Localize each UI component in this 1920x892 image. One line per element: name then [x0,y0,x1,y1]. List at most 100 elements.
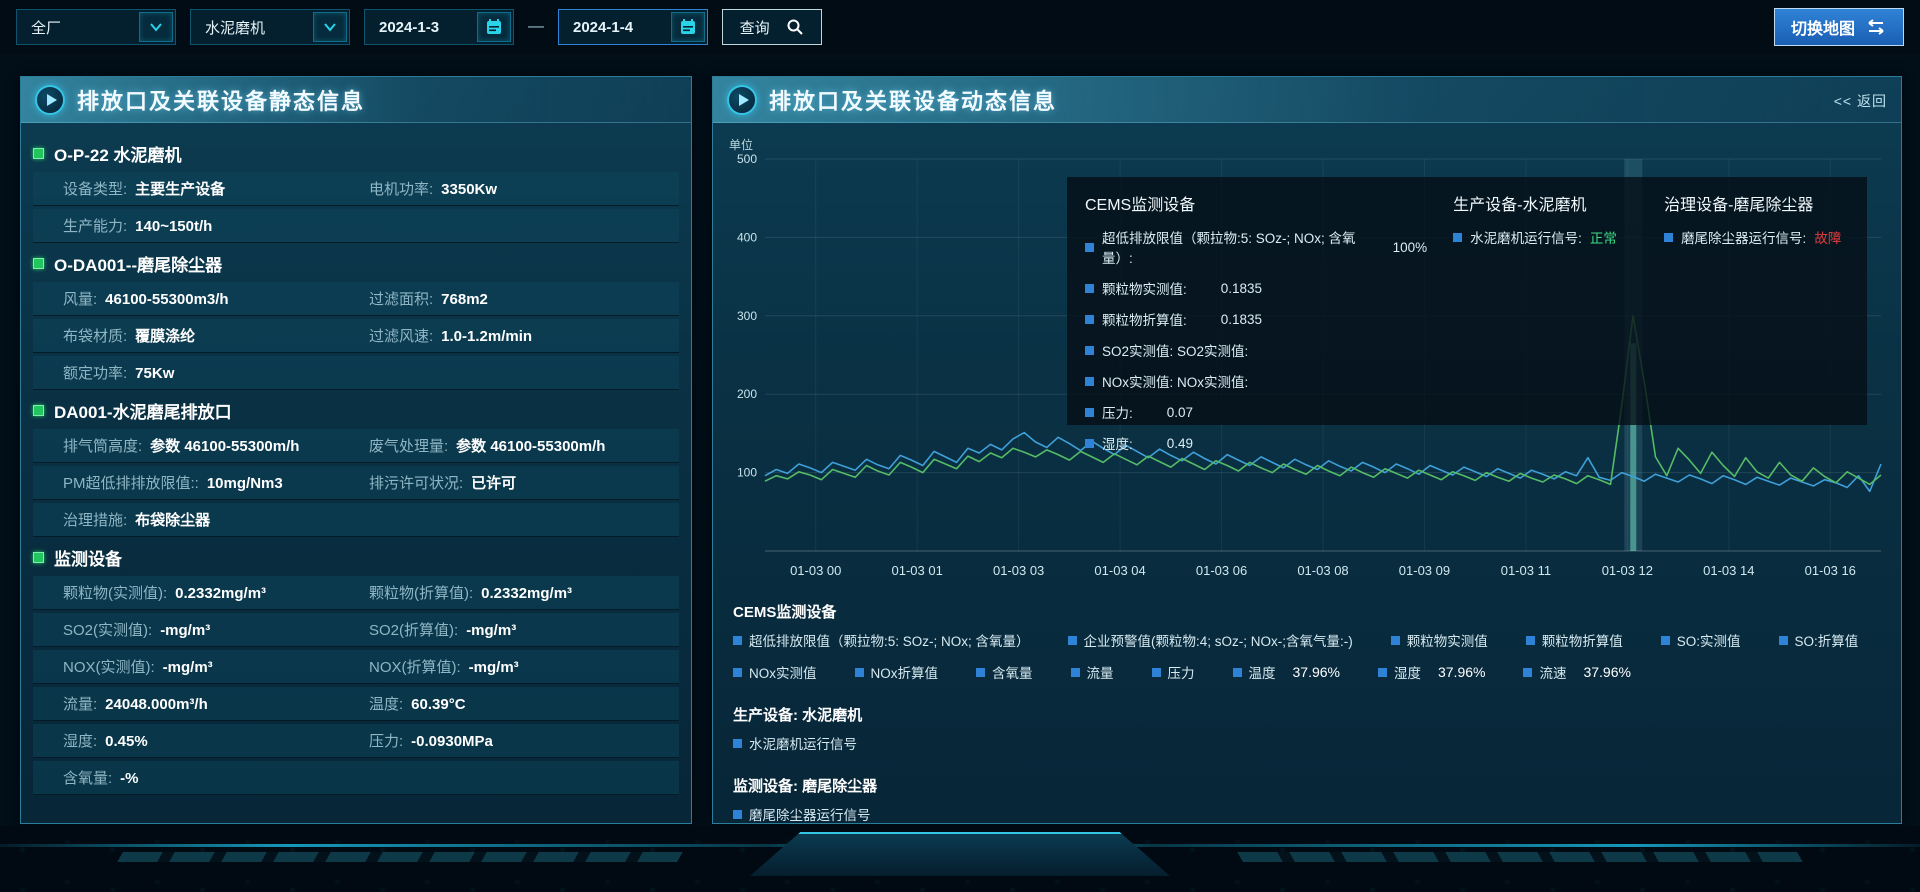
back-button[interactable]: << 返回 [1834,91,1887,111]
legend-item[interactable]: NOx折算值 [855,662,939,682]
tooltip-item-value: 100% [1393,240,1428,255]
legend-marker-icon [1661,636,1670,645]
legend-item[interactable]: 流速37.96% [1523,662,1630,682]
section-header: DA001-水泥磨尾排放口 [33,394,679,426]
query-button[interactable]: 查询 [722,9,822,45]
tooltip-item-value: 0.1835 [1221,281,1262,296]
info-cell: 颗粒物(折算值):0.2332mg/m³ [369,582,675,603]
field-label: 设备类型: [63,178,127,199]
info-cell: SO2(折算值): -mg/m³ [369,619,675,640]
legend-items: 水泥磨机运行信号 [733,733,1883,753]
legend-marker-icon [733,739,742,748]
tooltip-item: 颗粒物实测值: 0.1835 [1085,278,1427,298]
plant-select[interactable]: 全厂 [16,9,176,45]
svg-text:单位: 单位 [729,137,753,152]
info-row: 风量:46100-55300m3/h过滤面积:768m2 [33,282,679,316]
field-value: -mg/m³ [466,622,516,639]
legend-item[interactable]: 压力 [1152,662,1195,682]
legend-item[interactable]: NOx实测值 [733,662,817,682]
date-end-input[interactable]: 2024-1-4 [558,9,708,45]
green-bullet-icon [33,148,44,159]
tooltip-production-column: 生产设备-水泥磨机水泥磨机运行信号:正常 [1453,191,1638,411]
legend-item[interactable]: 企业预警值(颗粒物:4; sOz-; NOx-;含氧气量:-) [1068,630,1353,650]
field-value: 75Kw [135,365,174,382]
legend-item[interactable]: 超低排放限值（颗拉物:5: SOz-; NOx; 含氧量） [733,630,1030,650]
svg-text:01-03 14: 01-03 14 [1703,563,1754,578]
field-value: 46100-55300m3/h [105,291,228,308]
info-row: 生产能力:140~150t/h [33,209,679,243]
field-label: 过滤风速: [369,325,433,346]
legend-item[interactable]: 温度37.96% [1233,662,1340,682]
tooltip-item-value: 0.49 [1167,436,1193,451]
legend-item-label: 含氧量 [992,662,1033,682]
dynamic-info-panel: 排放口及关联设备动态信息 << 返回 单位10020030040050001-0… [712,76,1902,824]
info-cell: 过滤面积: 768m2 [369,288,675,309]
legend-marker-icon [1085,346,1094,355]
play-badge-icon [35,85,65,115]
legend-marker-icon [976,668,985,677]
chevron-down-icon[interactable] [139,12,173,42]
query-button-label: 查询 [740,17,770,38]
legend-item-label: 超低排放限值（颗拉物:5: SOz-; NOx; 含氧量） [749,630,1030,650]
tooltip-treatment-column: 治理设备-磨尾除尘器磨尾除尘器运行信号:故障 [1664,191,1849,411]
field-label: SO2(折算值): [369,619,458,640]
info-cell: 治理措施:布袋除尘器 [63,509,369,530]
field-value: 0.45% [105,733,148,750]
field-value: 0.2332mg/m³ [481,585,572,602]
svg-text:01-03 04: 01-03 04 [1094,563,1145,578]
legend-item[interactable]: 颗粒物折算值 [1526,630,1623,650]
legend-marker-icon [1085,315,1094,324]
field-value: 参数 46100-55300m/h [150,435,299,456]
legend-item-label: 颗粒物实测值 [1407,630,1488,650]
emissions-line-chart[interactable]: 单位10020030040050001-03 0001-03 0101-03 0… [719,133,1897,585]
info-cell: PM超低排排放限值::10mg/Nm3 [63,472,369,493]
legend-marker-icon [1233,668,1242,677]
switch-map-button[interactable]: 切换地图 [1774,8,1904,46]
info-cell: 流量:24048.000m³/h [63,693,369,714]
legend-items: 磨尾除尘器运行信号 [733,804,1883,824]
svg-text:01-03 06: 01-03 06 [1196,563,1247,578]
info-cell: 额定功率:75Kw [63,362,369,383]
field-value: 140~150t/h [135,218,212,235]
device-select[interactable]: 水泥磨机 [190,9,350,45]
legend-item[interactable]: 磨尾除尘器运行信号 [733,804,871,824]
legend-item-label: 颗粒物折算值 [1542,630,1623,650]
field-label: 废气处理量: [369,435,448,456]
field-label: 含氧量: [63,767,112,788]
legend-item[interactable]: 湿度37.96% [1378,662,1485,682]
legend-item[interactable]: SO:实测值 [1661,630,1741,650]
calendar-icon[interactable] [671,12,705,42]
legend-marker-icon [733,636,742,645]
field-value: 3350Kw [441,181,497,198]
info-row: 含氧量:-% [33,761,679,795]
tooltip-item-value: 0.07 [1167,405,1193,420]
svg-text:01-03 09: 01-03 09 [1399,563,1450,578]
field-value: -mg/m³ [469,659,519,676]
info-cell: 设备类型:主要生产设备 [63,178,369,199]
tooltip-item: 磨尾除尘器运行信号:故障 [1664,227,1849,247]
legend-item[interactable]: SO:折算值 [1779,630,1859,650]
field-value: 768m2 [441,291,488,308]
date-start-input[interactable]: 2024-1-3 [364,9,514,45]
chevron-down-icon[interactable] [313,12,347,42]
legend-item[interactable]: 含氧量 [976,662,1033,682]
legend-marker-icon [1453,233,1462,242]
field-label: 过滤面积: [369,288,433,309]
center-emblem [750,832,1170,876]
field-value: 0.2332mg/m³ [175,585,266,602]
chart-tooltip: CEMS监测设备超低排放限值（颗拉物:5: SOz-; NOx; 含氧量）:10… [1067,177,1867,425]
info-cell: 含氧量:-% [63,767,369,788]
svg-text:01-03 01: 01-03 01 [892,563,943,578]
legend-group-title: 生产设备: 水泥磨机 [733,704,1883,725]
legend-item[interactable]: 颗粒物实测值 [1391,630,1488,650]
legend-marker-icon [1085,408,1094,417]
tooltip-item: 压力:0.07 [1085,402,1427,422]
tooltip-item-label: 颗粒物实测值: [1102,278,1187,298]
legend-item[interactable]: 水泥磨机运行信号 [733,733,857,753]
legend-item-label: 流量 [1087,662,1114,682]
field-value: 覆膜涤纶 [135,325,195,346]
calendar-icon[interactable] [477,12,511,42]
info-cell: 电机功率:3350Kw [369,178,675,199]
legend-marker-icon [1085,243,1094,252]
legend-item[interactable]: 流量 [1071,662,1114,682]
